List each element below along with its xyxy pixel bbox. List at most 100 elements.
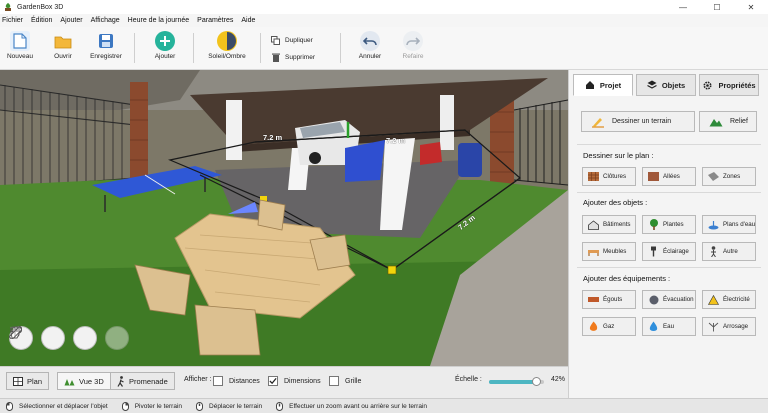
other-objects-button[interactable]: Autre [702, 242, 756, 261]
plants-button[interactable]: Plantes [642, 215, 696, 234]
electricity-button[interactable]: Électricité [702, 290, 756, 309]
scale-slider[interactable] [489, 377, 544, 386]
dimension-label: 7.2 m [263, 133, 283, 142]
drainage-button[interactable]: Évacuation [642, 290, 696, 309]
close-icon[interactable]: ✕ [734, 0, 768, 14]
garden-scene [0, 70, 568, 366]
menu-ajouter[interactable]: Ajouter [60, 17, 82, 24]
plan-icon [13, 376, 23, 386]
3d-viewport[interactable]: 7.2 m 7.2 m 7.2 m [0, 70, 568, 366]
relief-button[interactable]: Relief [699, 111, 757, 132]
mouse-wheel-icon [276, 401, 284, 411]
warning-electric-icon [708, 294, 719, 305]
view-mode-bar: Plan Vue 3D Promenade Afficher : Distanc… [0, 366, 568, 398]
draw-terrain-button[interactable]: Dessiner un terrain [581, 111, 695, 132]
menu-aide[interactable]: Aide [241, 17, 255, 24]
undo-button[interactable]: Annuler [350, 31, 390, 67]
water-button[interactable]: Eau [642, 317, 696, 336]
checkbox-box [213, 376, 223, 386]
tree-icon [648, 219, 659, 230]
text-tool-icon[interactable] [10, 326, 129, 350]
fences-button[interactable]: Clôtures [582, 167, 636, 186]
toolbar-separator [340, 33, 341, 63]
mouse-left-icon [6, 401, 13, 411]
save-button[interactable]: Enregistrer [86, 31, 126, 67]
walk-view-button[interactable]: Promenade [110, 372, 175, 390]
toolbar-separator [193, 33, 194, 63]
new-file-icon [10, 31, 30, 51]
sun-shade-icon [217, 31, 237, 51]
window-controls: — ☐ ✕ [666, 0, 768, 14]
right-panel: Projet Objets Propriétés Dessiner un ter… [568, 70, 768, 398]
plan-view-button[interactable]: Plan [6, 372, 50, 390]
furniture-button[interactable]: Meubles [582, 242, 636, 261]
minimize-icon[interactable]: — [666, 0, 700, 14]
scale-percent: 42% [551, 376, 566, 383]
panel-separator [577, 267, 761, 268]
figure-icon [708, 246, 719, 257]
folder-icon [53, 31, 73, 51]
mouse-right-icon [121, 401, 129, 411]
dimensions-checkbox[interactable]: Dimensions [268, 376, 321, 386]
drain-icon [648, 295, 659, 305]
toolbar-separator [134, 33, 135, 63]
mouse-middle-icon [196, 401, 204, 411]
panel-tabs: Projet Objets Propriétés [573, 74, 762, 96]
lamp-icon [648, 246, 659, 257]
hand-pan-icon[interactable] [10, 326, 65, 350]
floppy-disk-icon [96, 31, 116, 51]
mountain-icon [709, 116, 723, 128]
checkbox-box [329, 376, 339, 386]
distances-checkbox[interactable]: Distances [213, 376, 260, 386]
add-button[interactable]: Ajouter [145, 31, 185, 67]
buildings-button[interactable]: Bâtiments [582, 215, 636, 234]
ruler-measure-icon[interactable] [9, 326, 97, 350]
bench-icon [588, 247, 599, 257]
zones-button[interactable]: Zones [702, 167, 756, 186]
duplicate-button[interactable]: Dupliquer [271, 36, 313, 45]
panel-separator [577, 144, 761, 145]
3d-view-button[interactable]: Vue 3D [57, 372, 111, 390]
grid-checkbox[interactable]: Grille [329, 376, 361, 386]
redo-button[interactable]: Refaire [393, 31, 433, 67]
tab-projet[interactable]: Projet [573, 74, 633, 96]
section-title-objets: Ajouter des objets : [583, 198, 648, 207]
scale-slider-thumb[interactable] [532, 377, 541, 386]
section-title-equipements: Ajouter des équipements : [583, 274, 671, 283]
app-logo-icon [3, 2, 13, 12]
section-title-plan: Dessiner sur le plan : [583, 151, 654, 160]
sewers-button[interactable]: Égouts [582, 290, 636, 309]
menu-parametres[interactable]: Paramètres [197, 17, 233, 24]
delete-button[interactable]: Supprimer [271, 53, 315, 62]
menu-heure[interactable]: Heure de la journée [128, 17, 190, 24]
status-item-rotate: Pivoter le terrain [121, 401, 182, 411]
panel-separator [577, 192, 761, 193]
tab-objets[interactable]: Objets [636, 74, 696, 96]
lighting-button[interactable]: Éclairage [642, 242, 696, 261]
title-bar: GardenBox 3D — ☐ ✕ [0, 0, 768, 14]
menu-fichier[interactable]: Fichier [2, 17, 23, 24]
zone-icon [708, 172, 719, 182]
sun-shadow-button[interactable]: Soleil/Ombre [207, 31, 247, 67]
menu-affichage[interactable]: Affichage [91, 17, 120, 24]
plus-icon [155, 31, 175, 51]
path-tile-icon [648, 172, 659, 182]
walking-person-icon [117, 375, 125, 387]
gas-button[interactable]: Gaz [582, 317, 636, 336]
menu-edition[interactable]: Édition [31, 17, 52, 24]
gear-icon [702, 80, 713, 91]
scale-label: Échelle : [455, 376, 482, 383]
status-bar: Sélectionner et déplacer l'objet Pivoter… [0, 398, 768, 413]
maximize-icon[interactable]: ☐ [700, 0, 734, 14]
water-features-button[interactable]: Plans d'eau [702, 215, 756, 234]
irrigation-button[interactable]: Arrosage [702, 317, 756, 336]
pencil-terrain-icon [591, 116, 605, 128]
checkmark-icon [268, 376, 278, 386]
open-button[interactable]: Ouvrir [43, 31, 83, 67]
flame-icon [588, 321, 599, 332]
paths-button[interactable]: Allées [642, 167, 696, 186]
tab-proprietes[interactable]: Propriétés [699, 74, 759, 96]
redo-icon [403, 31, 423, 51]
new-button[interactable]: Nouveau [0, 31, 40, 67]
house-icon [585, 80, 595, 90]
